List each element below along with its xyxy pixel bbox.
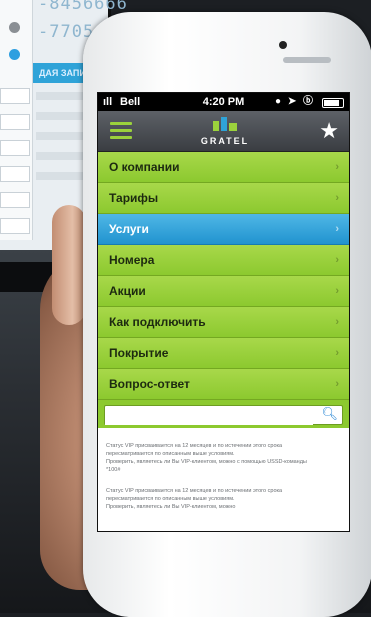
app-logo: GRATEL — [190, 117, 260, 147]
background-phone-number: -8456666 — [38, 0, 128, 14]
phone-camera — [279, 41, 287, 49]
menu-item-coverage[interactable]: Покрытие › — [98, 338, 349, 369]
background-inputs — [0, 88, 30, 244]
menu-item-label: Вопрос-ответ — [109, 377, 190, 391]
hamburger-menu-icon[interactable] — [110, 122, 132, 140]
info-line: Проверить, являетесь ли Вы VIP-клиентом,… — [106, 504, 236, 510]
menu-item-tariffs[interactable]: Тарифы › — [98, 183, 349, 214]
chevron-right-icon: › — [335, 223, 339, 235]
app-header: GRATEL ★ — [98, 111, 349, 152]
background-info-icon — [9, 49, 20, 60]
search-input[interactable] — [105, 408, 313, 425]
menu-item-label: Как подключить — [109, 315, 206, 329]
menu-item-faq[interactable]: Вопрос-ответ › — [98, 369, 349, 400]
menu-item-label: О компании — [109, 160, 180, 174]
info-paragraph: Статус VIP присваивается на 12 месяцев и… — [106, 442, 341, 474]
info-line: пересматривается по описанным выше услов… — [106, 496, 235, 502]
search-box: 🔍︎ — [104, 405, 343, 425]
chevron-right-icon: › — [335, 378, 339, 390]
chevron-right-icon: › — [335, 316, 339, 328]
status-icons: ● ➤ ⓑ — [275, 96, 315, 107]
menu-item-label: Покрытие — [109, 346, 169, 360]
menu-item-about[interactable]: О компании › — [98, 152, 349, 183]
main-menu: О компании › Тарифы › Услуги › Номера › Акци… — [98, 152, 349, 400]
info-line: Статус VIP присваивается на 12 месяцев и… — [106, 488, 283, 494]
logo-mark-icon — [213, 117, 237, 131]
info-line: пересматривается по описанным выше услов… — [106, 451, 235, 457]
menu-item-services[interactable]: Услуги › — [98, 214, 349, 245]
status-bar: ıll Bell 4:20 PM ● ➤ ⓑ — [98, 93, 349, 111]
background-phone-number-2: -7705 — [38, 22, 95, 42]
chevron-right-icon: › — [335, 285, 339, 297]
menu-item-label: Услуги — [109, 222, 149, 236]
chevron-right-icon: › — [335, 347, 339, 359]
favorites-star-icon[interactable]: ★ — [319, 118, 339, 144]
info-text: Статус VIP присваивается на 12 месяцев и… — [98, 428, 349, 511]
chevron-right-icon: › — [335, 254, 339, 266]
search-bar: 🔍︎ — [98, 400, 349, 428]
logo-text: GRATEL — [200, 136, 250, 146]
phone-screen: ıll Bell 4:20 PM ● ➤ ⓑ GRATEL ★ О компан… — [97, 92, 350, 532]
menu-item-numbers[interactable]: Номера › — [98, 245, 349, 276]
battery-icon — [322, 98, 344, 108]
info-line: Статус VIP присваивается на 12 месяцев и… — [106, 443, 283, 449]
hand-finger — [52, 205, 86, 325]
info-line: *100# — [106, 467, 121, 473]
chevron-right-icon: › — [335, 192, 339, 204]
info-paragraph: Статус VIP присваивается на 12 месяцев и… — [106, 487, 341, 511]
menu-item-label: Акции — [109, 284, 146, 298]
search-icon[interactable]: 🔍︎ — [321, 406, 338, 422]
menu-item-label: Тарифы — [109, 191, 159, 205]
info-line: Проверить, являетесь ли Вы VIP-клиентом,… — [106, 459, 307, 465]
phone-speaker — [283, 57, 331, 63]
background-close-icon — [9, 22, 20, 33]
menu-item-promotions[interactable]: Акции › — [98, 276, 349, 307]
menu-item-how-to-connect[interactable]: Как подключить › — [98, 307, 349, 338]
menu-item-label: Номера — [109, 253, 155, 267]
chevron-right-icon: › — [335, 161, 339, 173]
